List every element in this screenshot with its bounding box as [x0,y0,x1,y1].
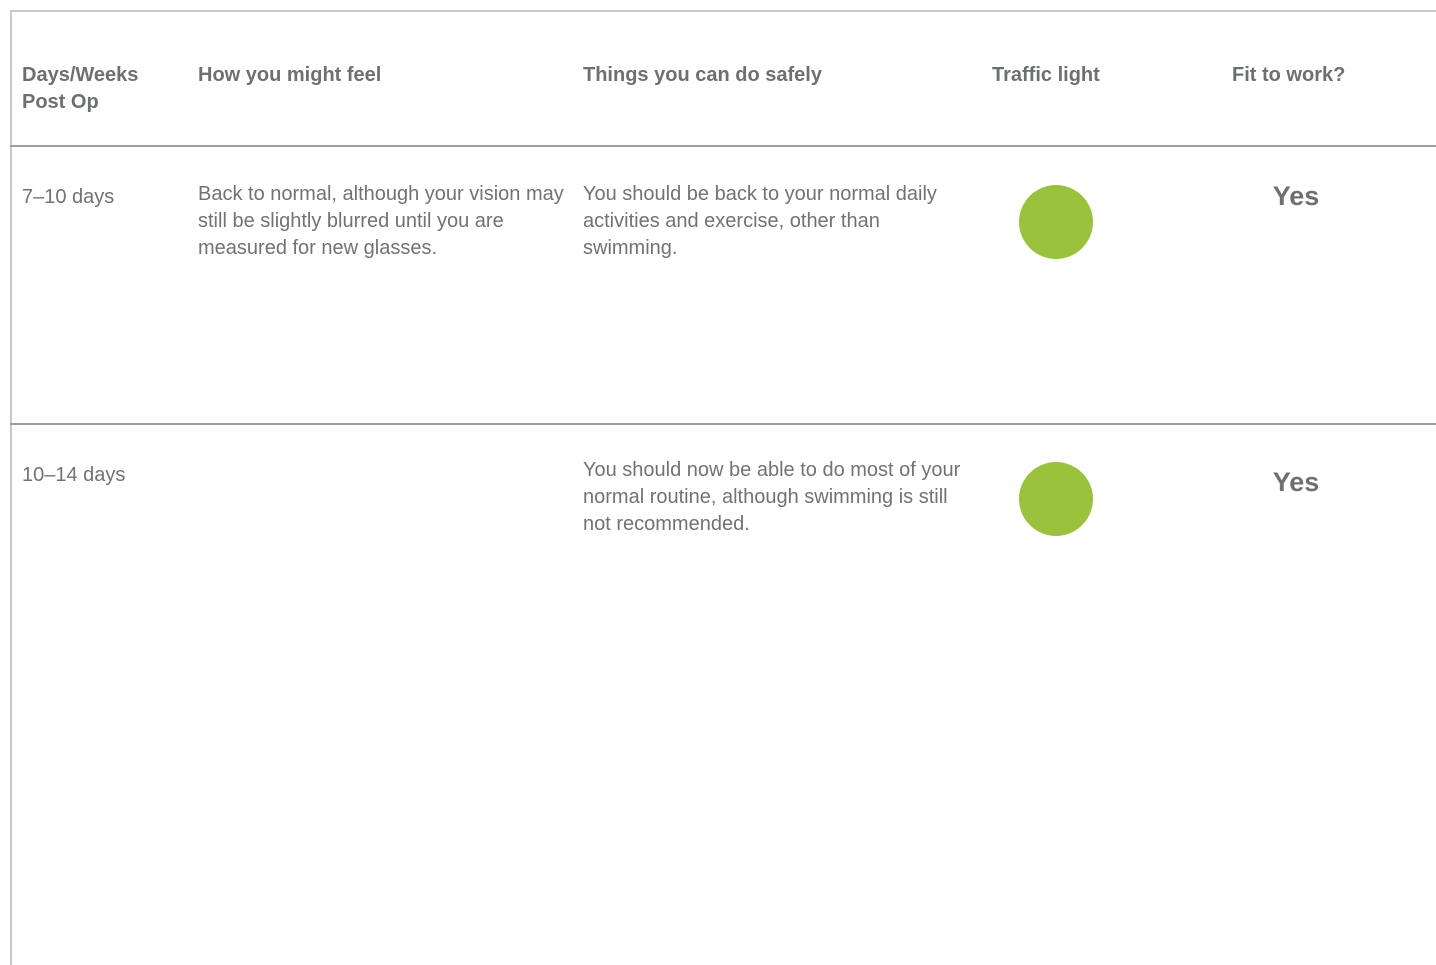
table-row: 7–10 days Back to normal, although your … [10,147,1436,425]
row-days: 7–10 days [22,186,115,208]
table-row: 10–14 days You should now be able to do … [10,425,1436,965]
header-safe: Things you can do safely [583,64,822,86]
header-traffic-light: Traffic light [992,64,1100,86]
row-feel: Back to normal, although your vision may… [198,183,564,259]
row-days: 10–14 days [22,464,126,486]
row-fit-to-work: Yes [1272,467,1320,497]
row-safe: You should be back to your normal daily … [583,183,937,259]
header-feel: How you might feel [198,64,382,86]
green-traffic-light-icon [1019,185,1093,259]
green-traffic-light-icon [1019,462,1093,536]
header-fit-to-work: Fit to work? [1232,64,1346,86]
row-fit-to-work: Yes [1272,181,1320,211]
header-days: Days/Weeks Post Op [22,64,139,113]
table-header-row: Days/Weeks Post Op How you might feel Th… [10,12,1436,147]
row-safe: You should now be able to do most of you… [583,459,961,535]
